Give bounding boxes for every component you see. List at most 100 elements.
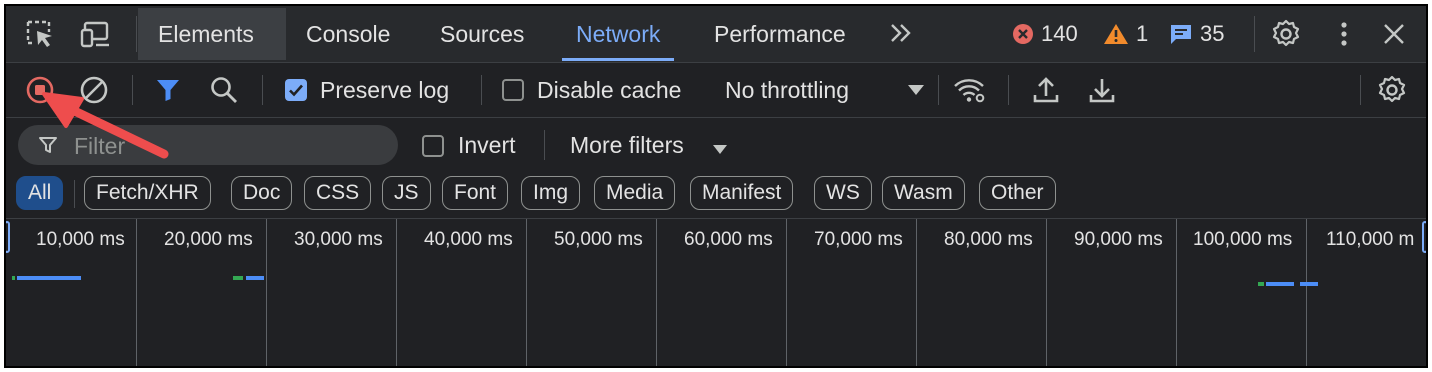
- preserve-log-label[interactable]: Preserve log: [320, 77, 449, 104]
- disable-cache-label[interactable]: Disable cache: [537, 77, 681, 104]
- message-count: 35: [1200, 21, 1225, 46]
- timeline-tick: 20,000 ms: [164, 229, 253, 250]
- network-overview-timeline[interactable]: 10,000 ms 20,000 ms 30,000 ms 40,000 ms …: [6, 218, 1426, 366]
- toolbar-divider: [1360, 75, 1361, 105]
- tab-label: Performance: [714, 20, 846, 47]
- timeline-tick: 40,000 ms: [424, 229, 513, 250]
- network-settings-gear-icon[interactable]: [1374, 72, 1410, 108]
- timeline-tick: 90,000 ms: [1074, 229, 1163, 250]
- message-counter[interactable]: 35: [1169, 18, 1224, 50]
- message-icon: [1171, 25, 1191, 44]
- filter-placeholder: Filter: [74, 133, 126, 159]
- tab-network[interactable]: Network: [556, 8, 680, 61]
- timeline-tick: 70,000 ms: [814, 229, 903, 250]
- filter-row-divider: [544, 130, 545, 160]
- warning-icon: [1104, 24, 1128, 44]
- record-stop-icon[interactable]: [22, 72, 58, 108]
- type-filter-other[interactable]: Other: [979, 176, 1056, 210]
- resource-type-filters: All Fetch/XHR Doc CSS JS Font Img Media …: [6, 172, 1426, 218]
- more-filters-dropdown[interactable]: More filters: [570, 132, 684, 159]
- waterfall-bar: [12, 276, 15, 280]
- tab-label: Sources: [440, 20, 525, 47]
- waterfall-bar: [1258, 282, 1264, 286]
- tab-label: Elements: [158, 20, 254, 47]
- tab-sources[interactable]: Sources: [420, 8, 544, 60]
- tab-bar-divider: [1254, 16, 1255, 52]
- toolbar-divider: [132, 75, 133, 105]
- more-filters-chevron-icon[interactable]: [712, 144, 728, 155]
- timeline-gridline: [136, 219, 137, 366]
- tab-label: Network: [576, 20, 661, 47]
- toolbar-divider: [262, 75, 263, 105]
- type-filter-js[interactable]: JS: [382, 176, 431, 210]
- toolbar-divider: [1008, 75, 1009, 105]
- settings-gear-icon[interactable]: [1270, 18, 1302, 50]
- timeline-tick: 110,000 m: [1326, 229, 1415, 250]
- filter-toggle-icon[interactable]: [150, 72, 186, 108]
- invert-checkbox[interactable]: [422, 135, 444, 157]
- error-count: 140: [1041, 21, 1078, 46]
- timeline-tick: 30,000 ms: [294, 229, 383, 250]
- waterfall-bar: [233, 276, 243, 280]
- clear-log-icon[interactable]: [76, 72, 112, 108]
- network-toolbar: Preserve log Disable cache No throttling: [6, 63, 1426, 118]
- type-filter-all[interactable]: All: [16, 176, 64, 210]
- error-counter[interactable]: 140: [1012, 18, 1078, 50]
- chips-divider: [74, 180, 75, 208]
- timeline-tick: 60,000 ms: [684, 229, 773, 250]
- devtools-tab-bar: Elements Console Sources Network Perform…: [6, 6, 1426, 63]
- timeline-tick: 80,000 ms: [944, 229, 1033, 250]
- waterfall-bar: [1266, 282, 1294, 286]
- close-icon[interactable]: [1378, 18, 1410, 50]
- network-conditions-icon[interactable]: [952, 72, 988, 108]
- tab-console[interactable]: Console: [286, 8, 410, 60]
- toolbar-divider: [481, 75, 482, 105]
- tab-bar-divider: [136, 16, 137, 52]
- invert-label[interactable]: Invert: [458, 132, 516, 159]
- search-icon[interactable]: [206, 72, 242, 108]
- type-filter-doc[interactable]: Doc: [231, 176, 293, 210]
- timeline-tick: 50,000 ms: [554, 229, 643, 250]
- waterfall-bar: [17, 276, 81, 280]
- timeline-gridline: [786, 219, 787, 366]
- type-filter-fetch-xhr[interactable]: Fetch/XHR: [84, 176, 211, 210]
- type-filter-ws[interactable]: WS: [814, 176, 872, 210]
- devtools-window: Elements Console Sources Network Perform…: [4, 4, 1428, 368]
- more-options-icon[interactable]: [1328, 18, 1360, 50]
- inspect-element-icon[interactable]: [24, 18, 56, 50]
- tab-performance[interactable]: Performance: [694, 8, 866, 60]
- warning-counter[interactable]: 1: [1103, 18, 1148, 50]
- timeline-gridline: [526, 219, 527, 366]
- timeline-right-handle[interactable]: [1422, 221, 1426, 253]
- type-filter-manifest[interactable]: Manifest: [690, 176, 794, 210]
- waterfall-bar: [246, 276, 264, 280]
- warning-count: 1: [1136, 21, 1149, 46]
- import-har-icon[interactable]: [1028, 72, 1064, 108]
- timeline-tick: 10,000 ms: [36, 229, 125, 250]
- throttling-select[interactable]: No throttling: [725, 77, 849, 104]
- type-filter-wasm[interactable]: Wasm: [882, 176, 965, 210]
- tab-elements[interactable]: Elements: [138, 8, 286, 60]
- timeline-gridline: [1176, 219, 1177, 366]
- filter-funnel-icon: [39, 137, 57, 153]
- timeline-gridline: [1046, 219, 1047, 366]
- disable-cache-checkbox[interactable]: [502, 79, 524, 101]
- toolbar-divider: [938, 75, 939, 105]
- error-icon: [1013, 24, 1033, 44]
- more-tabs-icon[interactable]: [888, 20, 914, 53]
- timeline-gridline: [1306, 219, 1307, 366]
- type-filter-font[interactable]: Font: [442, 176, 509, 210]
- type-filter-media[interactable]: Media: [594, 176, 676, 210]
- type-filter-css[interactable]: CSS: [304, 176, 372, 210]
- preserve-log-checkbox[interactable]: [285, 79, 307, 101]
- chevron-down-icon[interactable]: [898, 72, 934, 108]
- timeline-gridline: [656, 219, 657, 366]
- type-filter-img[interactable]: Img: [521, 176, 581, 210]
- timeline-left-handle[interactable]: [6, 221, 10, 253]
- filter-input[interactable]: Filter: [18, 125, 398, 165]
- timeline-gridline: [396, 219, 397, 366]
- device-toolbar-icon[interactable]: [80, 18, 112, 50]
- export-har-icon[interactable]: [1084, 72, 1120, 108]
- timeline-gridline: [916, 219, 917, 366]
- waterfall-bar: [1300, 282, 1318, 286]
